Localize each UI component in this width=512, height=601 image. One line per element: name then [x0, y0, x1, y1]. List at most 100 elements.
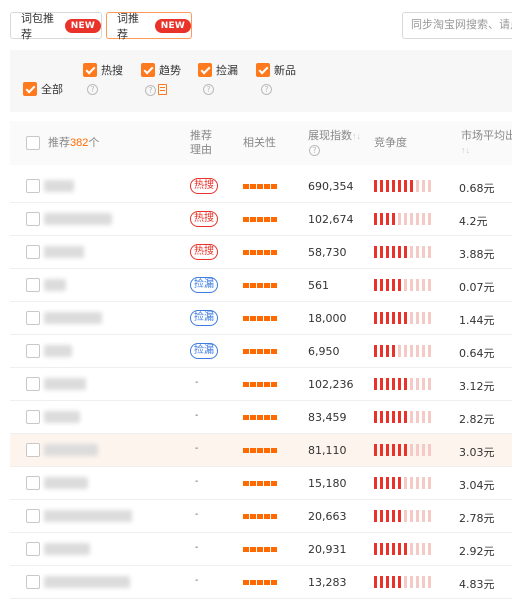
- search-input[interactable]: 同步淘宝网搜索、请点: [402, 12, 512, 39]
- row-checkbox[interactable]: [26, 542, 40, 556]
- relevance-segment: [264, 217, 270, 222]
- table-row[interactable]: - 83,459 2.82元: [10, 401, 512, 434]
- row-checkbox[interactable]: [26, 575, 40, 589]
- row-checkbox[interactable]: [26, 443, 40, 457]
- keyword-blurred[interactable]: [44, 180, 74, 192]
- competition-segment: [410, 213, 413, 225]
- checkbox-all[interactable]: [23, 82, 37, 96]
- impression-value: 690,354: [308, 180, 354, 193]
- keyword-blurred[interactable]: [44, 312, 102, 324]
- competition-segment: [410, 279, 413, 291]
- competition-segment: [386, 345, 389, 357]
- competition-segment: [374, 411, 377, 423]
- help-icon[interactable]: ?: [87, 84, 98, 95]
- help-icon[interactable]: ?: [145, 85, 156, 96]
- keyword-blurred[interactable]: [44, 213, 112, 225]
- filter-trend[interactable]: 趋势: [141, 62, 181, 78]
- header-price[interactable]: 市场平均出价 ↑↓: [461, 129, 512, 157]
- filter-hot-search[interactable]: 热搜: [83, 62, 123, 78]
- row-checkbox[interactable]: [26, 212, 40, 226]
- keyword-blurred[interactable]: [44, 345, 72, 357]
- competition-segment: [392, 543, 395, 555]
- relevance-segment: [257, 415, 263, 420]
- relevance-segment: [271, 382, 277, 387]
- competition-bar: [374, 543, 431, 555]
- relevance-segment: [243, 349, 249, 354]
- checkbox-pick-up[interactable]: [198, 63, 212, 77]
- sort-icon[interactable]: ↑↓: [461, 145, 470, 155]
- competition-segment: [386, 180, 389, 192]
- reason-tag: 热搜: [190, 244, 218, 260]
- header-impression[interactable]: 展现指数↑↓: [308, 129, 361, 143]
- relevance-bar: [243, 316, 277, 321]
- table-row[interactable]: 热搜 102,674 4.2元: [10, 203, 512, 236]
- row-checkbox[interactable]: [26, 179, 40, 193]
- keyword-blurred[interactable]: [44, 510, 132, 522]
- keyword-blurred[interactable]: [44, 444, 98, 456]
- filter-all[interactable]: 全部: [23, 81, 63, 97]
- keyword-blurred[interactable]: [44, 576, 130, 588]
- table-row[interactable]: - 102,236 3.12元: [10, 368, 512, 401]
- reason-tag: -: [195, 443, 199, 454]
- row-checkbox[interactable]: [26, 245, 40, 259]
- row-checkbox[interactable]: [26, 377, 40, 391]
- help-icon[interactable]: ?: [309, 145, 320, 156]
- competition-segment: [386, 279, 389, 291]
- competition-bar: [374, 180, 431, 192]
- competition-segment: [416, 345, 419, 357]
- table-row[interactable]: - 20,931 2.92元: [10, 533, 512, 566]
- competition-segment: [416, 411, 419, 423]
- row-checkbox[interactable]: [26, 311, 40, 325]
- competition-segment: [374, 378, 377, 390]
- note-icon[interactable]: [158, 84, 167, 96]
- checkbox-hot-search[interactable]: [83, 63, 97, 77]
- table-row[interactable]: - 13,283 4.83元: [10, 566, 512, 599]
- keyword-blurred[interactable]: [44, 543, 90, 555]
- checkbox-trend[interactable]: [141, 63, 155, 77]
- competition-segment: [380, 477, 383, 489]
- relevance-segment: [271, 184, 277, 189]
- header-recommend-suffix: 个: [88, 137, 100, 149]
- competition-segment: [428, 510, 431, 522]
- row-checkbox[interactable]: [26, 344, 40, 358]
- table-row[interactable]: - 81,110 3.03元: [10, 434, 512, 467]
- select-all-checkbox[interactable]: [26, 136, 40, 150]
- impression-value: 15,180: [308, 477, 347, 490]
- filter-new-product[interactable]: 新品: [256, 62, 296, 78]
- tab-word-package[interactable]: 词包推荐 NEW: [10, 12, 102, 41]
- help-icon[interactable]: ?: [261, 84, 272, 95]
- keyword-blurred[interactable]: [44, 378, 86, 390]
- competition-segment: [410, 411, 413, 423]
- tab-word-recommend[interactable]: 词推荐 NEW: [106, 12, 192, 41]
- keyword-blurred[interactable]: [44, 279, 66, 291]
- keyword-blurred[interactable]: [44, 477, 88, 489]
- competition-segment: [398, 345, 401, 357]
- competition-segment: [374, 345, 377, 357]
- row-checkbox[interactable]: [26, 410, 40, 424]
- competition-segment: [386, 543, 389, 555]
- checkbox-new-product[interactable]: [256, 63, 270, 77]
- table-row[interactable]: - 20,663 2.78元: [10, 500, 512, 533]
- table-row[interactable]: 热搜 690,354 0.68元: [10, 170, 512, 203]
- table-row[interactable]: 捡漏 6,950 0.64元: [10, 335, 512, 368]
- row-checkbox[interactable]: [26, 278, 40, 292]
- row-checkbox[interactable]: [26, 509, 40, 523]
- new-badge: NEW: [154, 18, 191, 33]
- table-row[interactable]: 捡漏 561 0.07元: [10, 269, 512, 302]
- competition-segment: [428, 411, 431, 423]
- filter-pick-up[interactable]: 捡漏: [198, 62, 238, 78]
- impression-value: 6,950: [308, 345, 340, 358]
- relevance-segment: [243, 382, 249, 387]
- help-icon[interactable]: ?: [203, 84, 214, 95]
- keyword-blurred[interactable]: [44, 411, 80, 423]
- table-row[interactable]: 热搜 58,730 3.88元: [10, 236, 512, 269]
- row-checkbox[interactable]: [26, 476, 40, 490]
- sort-icon[interactable]: ↑↓: [352, 131, 361, 141]
- relevance-segment: [264, 382, 270, 387]
- competition-segment: [392, 213, 395, 225]
- table-row[interactable]: 捡漏 18,000 1.44元: [10, 302, 512, 335]
- keyword-blurred[interactable]: [44, 246, 84, 258]
- table-row[interactable]: - 15,180 3.04元: [10, 467, 512, 500]
- top-bar: 词包推荐 NEW 词推荐 NEW 同步淘宝网搜索、请点: [0, 0, 512, 50]
- competition-bar: [374, 246, 431, 258]
